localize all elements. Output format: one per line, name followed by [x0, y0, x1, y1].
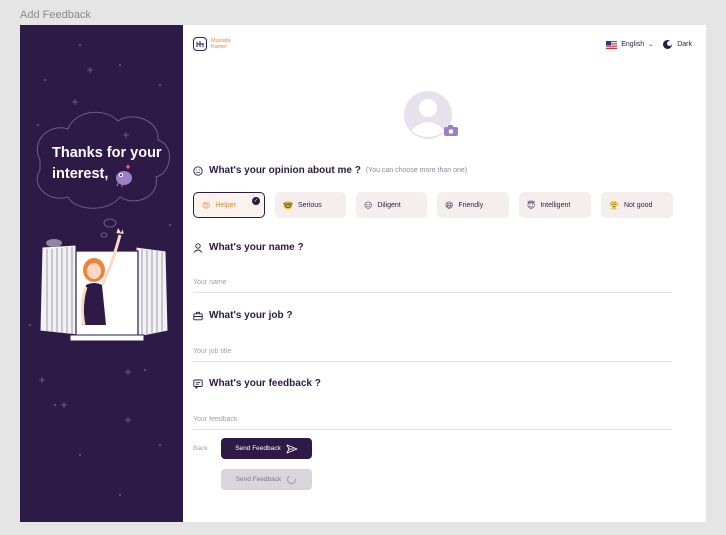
feedback-field [193, 406, 672, 430]
opinion-chips: 😍 Helper ✓ 🤓 Serious 😑 Diligent 😄 Friend… [193, 192, 673, 218]
chevron-down-icon[interactable]: ⌄ [648, 41, 653, 48]
name-field [193, 269, 672, 293]
name-heading: What's your name ? [193, 242, 304, 253]
moon-icon [663, 40, 673, 49]
expressionless-face-icon: 😑 [364, 200, 373, 210]
feedback-question: What's your feedback ? [209, 378, 321, 389]
user-icon [193, 242, 203, 253]
send-feedback-loading-button: Send Feedback [221, 469, 312, 490]
brand-logo[interactable]: Mustafa Kamel [193, 37, 231, 51]
opinion-heading: What's your opinion about me ? (You can … [193, 165, 467, 176]
logo-mark-icon [193, 37, 207, 51]
job-field [193, 338, 672, 362]
us-flag-icon [606, 40, 618, 49]
heart-eyes-icon: 😍 [202, 200, 211, 210]
spinner-icon [287, 474, 297, 485]
briefcase-icon [193, 311, 203, 320]
job-question: What's your job ? [209, 310, 293, 321]
avatar-upload[interactable] [403, 91, 463, 141]
chip-label: Not good [623, 201, 653, 209]
thanks-line-1: Thanks for your [52, 145, 162, 161]
halo-face-icon: 😇 [527, 200, 536, 210]
send-feedback-label: Send Feedback [235, 445, 281, 452]
smile-icon [193, 165, 203, 176]
chip-helper[interactable]: 😍 Helper ✓ [193, 192, 265, 218]
chip-label: Helper [215, 201, 236, 209]
send-feedback-loading-label: Send Feedback [235, 476, 282, 483]
frame-title: Add Feedback [20, 9, 91, 21]
sidebar-illustration-panel: Thanks for your interest, [20, 25, 183, 522]
bird-icon [116, 164, 132, 187]
chip-label: Serious [297, 201, 322, 209]
chip-label: Diligent [377, 201, 401, 209]
top-bar: English ⌄ Dark [606, 40, 692, 49]
logo-text: Mustafa Kamel [211, 38, 231, 51]
message-icon [193, 379, 203, 389]
chip-not-good[interactable]: 😤 Not good [601, 192, 673, 218]
feedback-page: Thanks for your interest, Mustafa Kamel … [20, 25, 706, 522]
thanks-line-2: interest, [52, 166, 109, 182]
grinning-face-icon: 😄 [445, 200, 454, 210]
angry-face-icon: 😤 [609, 200, 619, 210]
feedback-heading: What's your feedback ? [193, 378, 321, 389]
send-icon [286, 444, 298, 453]
name-question: What's your name ? [209, 242, 304, 253]
chip-label: Friendly [458, 201, 484, 209]
chip-diligent[interactable]: 😑 Diligent [356, 192, 427, 218]
logo-line-2: Kamel [211, 44, 227, 50]
opinion-hint: (You can choose more than one) [365, 167, 468, 174]
name-input[interactable] [193, 279, 672, 292]
chip-label: Intelligent [540, 201, 571, 209]
chip-serious[interactable]: 🤓 Serious [275, 192, 346, 218]
back-link[interactable]: Back [193, 445, 207, 452]
send-feedback-button[interactable]: Send Feedback [221, 438, 312, 459]
window-girl-illustration [39, 226, 169, 342]
nerd-face-icon: 🤓 [283, 200, 293, 210]
opinion-question: What's your opinion about me ? [209, 165, 361, 176]
chip-intelligent[interactable]: 😇 Intelligent [519, 192, 591, 218]
feedback-form-panel: Mustafa Kamel English ⌄ Dark What's your… [183, 25, 706, 522]
theme-toggle[interactable]: Dark [677, 41, 692, 48]
job-input[interactable] [193, 348, 672, 361]
job-heading: What's your job ? [193, 310, 293, 321]
feedback-input[interactable] [193, 416, 672, 429]
language-selector[interactable]: English [621, 41, 644, 48]
chip-friendly[interactable]: 😄 Friendly [437, 192, 509, 218]
check-icon: ✓ [252, 197, 260, 205]
